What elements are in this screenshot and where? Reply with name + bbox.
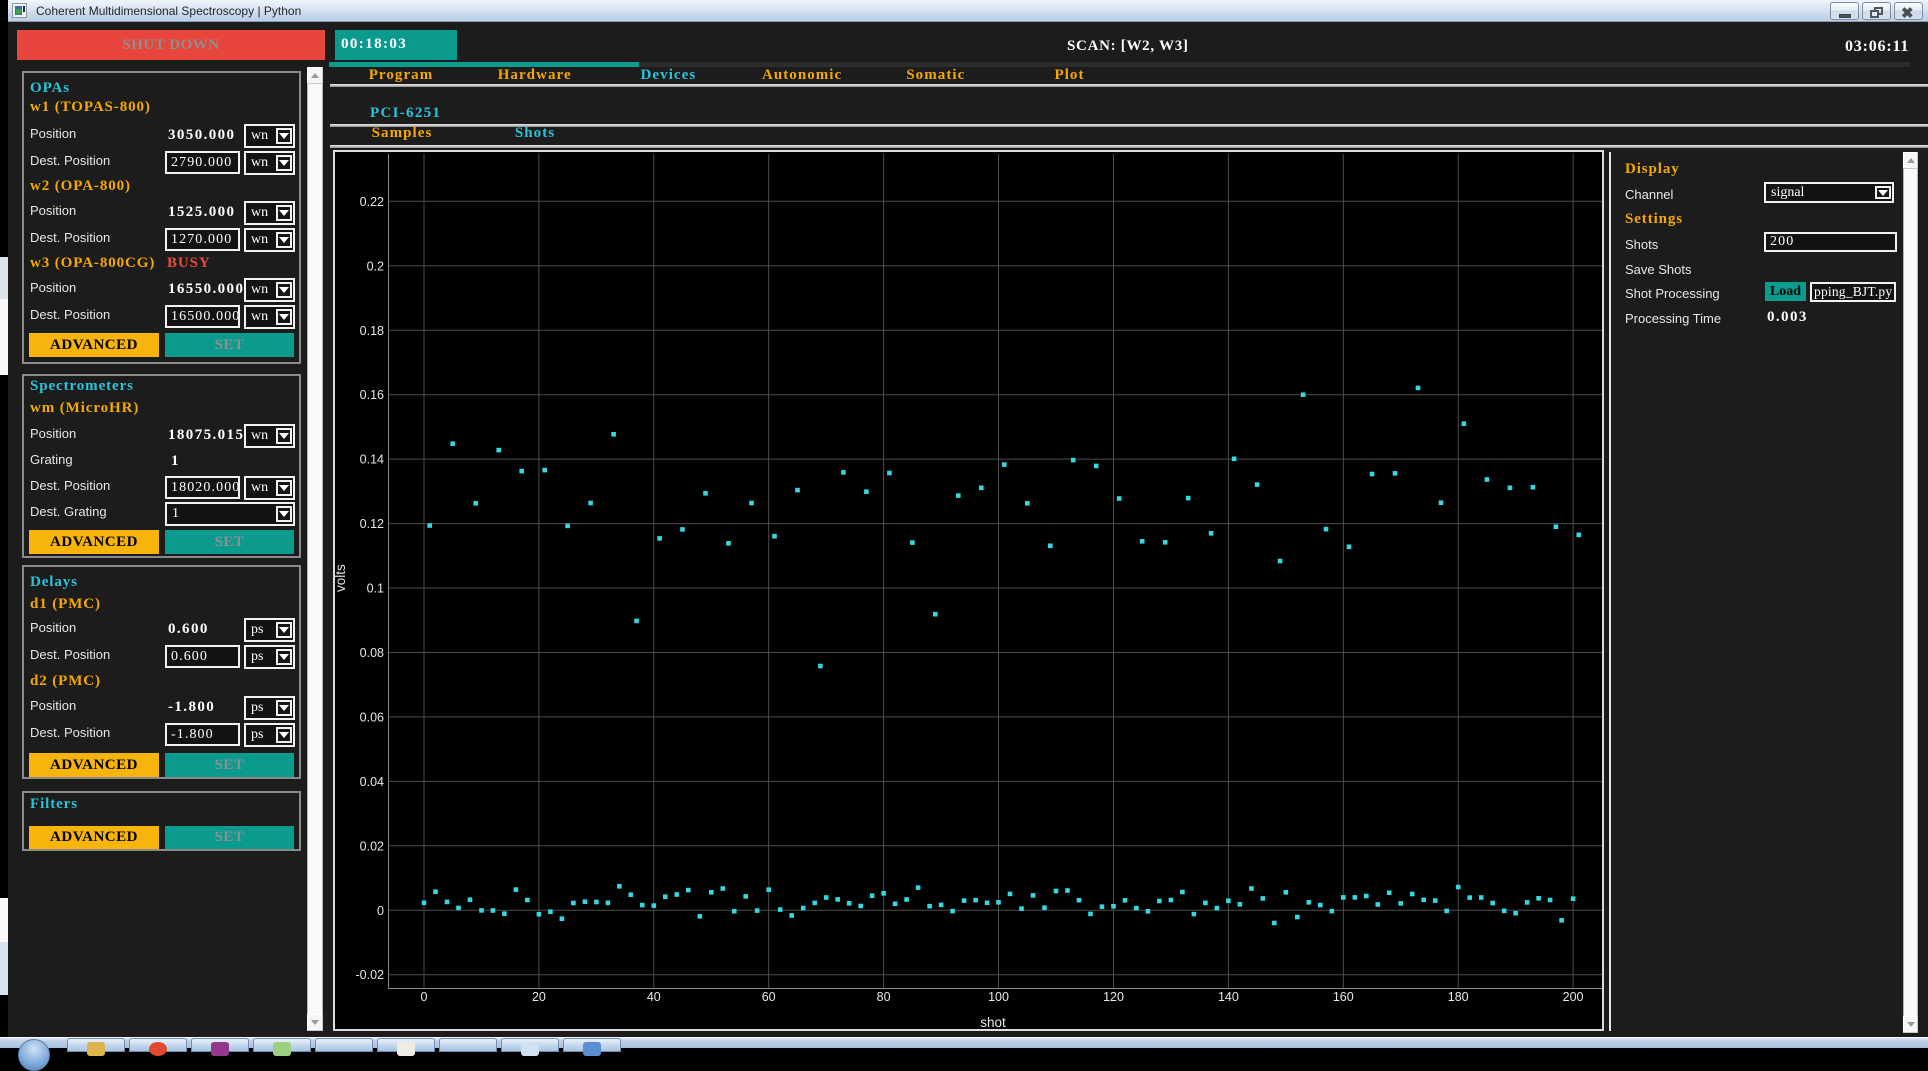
svg-text:0.18: 0.18 xyxy=(360,324,384,338)
svg-text:0.1: 0.1 xyxy=(367,582,384,596)
svg-text:shot: shot xyxy=(980,1015,1006,1030)
svg-text:20: 20 xyxy=(532,990,546,1004)
svg-text:0: 0 xyxy=(377,904,384,918)
svg-text:0.2: 0.2 xyxy=(367,259,384,273)
svg-text:120: 120 xyxy=(1103,990,1124,1004)
svg-text:0.12: 0.12 xyxy=(360,517,384,531)
svg-text:0.22: 0.22 xyxy=(360,195,384,209)
svg-text:0.02: 0.02 xyxy=(360,839,384,853)
svg-text:0.08: 0.08 xyxy=(360,646,384,660)
svg-text:140: 140 xyxy=(1218,990,1239,1004)
svg-text:volts: volts xyxy=(333,564,348,592)
svg-text:60: 60 xyxy=(762,990,776,1004)
svg-text:0.16: 0.16 xyxy=(360,388,384,402)
svg-text:200: 200 xyxy=(1563,990,1584,1004)
svg-text:40: 40 xyxy=(647,990,661,1004)
svg-text:180: 180 xyxy=(1448,990,1469,1004)
svg-text:0.06: 0.06 xyxy=(360,710,384,724)
svg-text:160: 160 xyxy=(1333,990,1354,1004)
svg-text:0.04: 0.04 xyxy=(360,775,384,789)
svg-text:100: 100 xyxy=(988,990,1009,1004)
svg-text:0.14: 0.14 xyxy=(360,453,384,467)
svg-text:-0.02: -0.02 xyxy=(356,968,385,982)
svg-text:0: 0 xyxy=(421,990,428,1004)
svg-text:80: 80 xyxy=(877,990,891,1004)
